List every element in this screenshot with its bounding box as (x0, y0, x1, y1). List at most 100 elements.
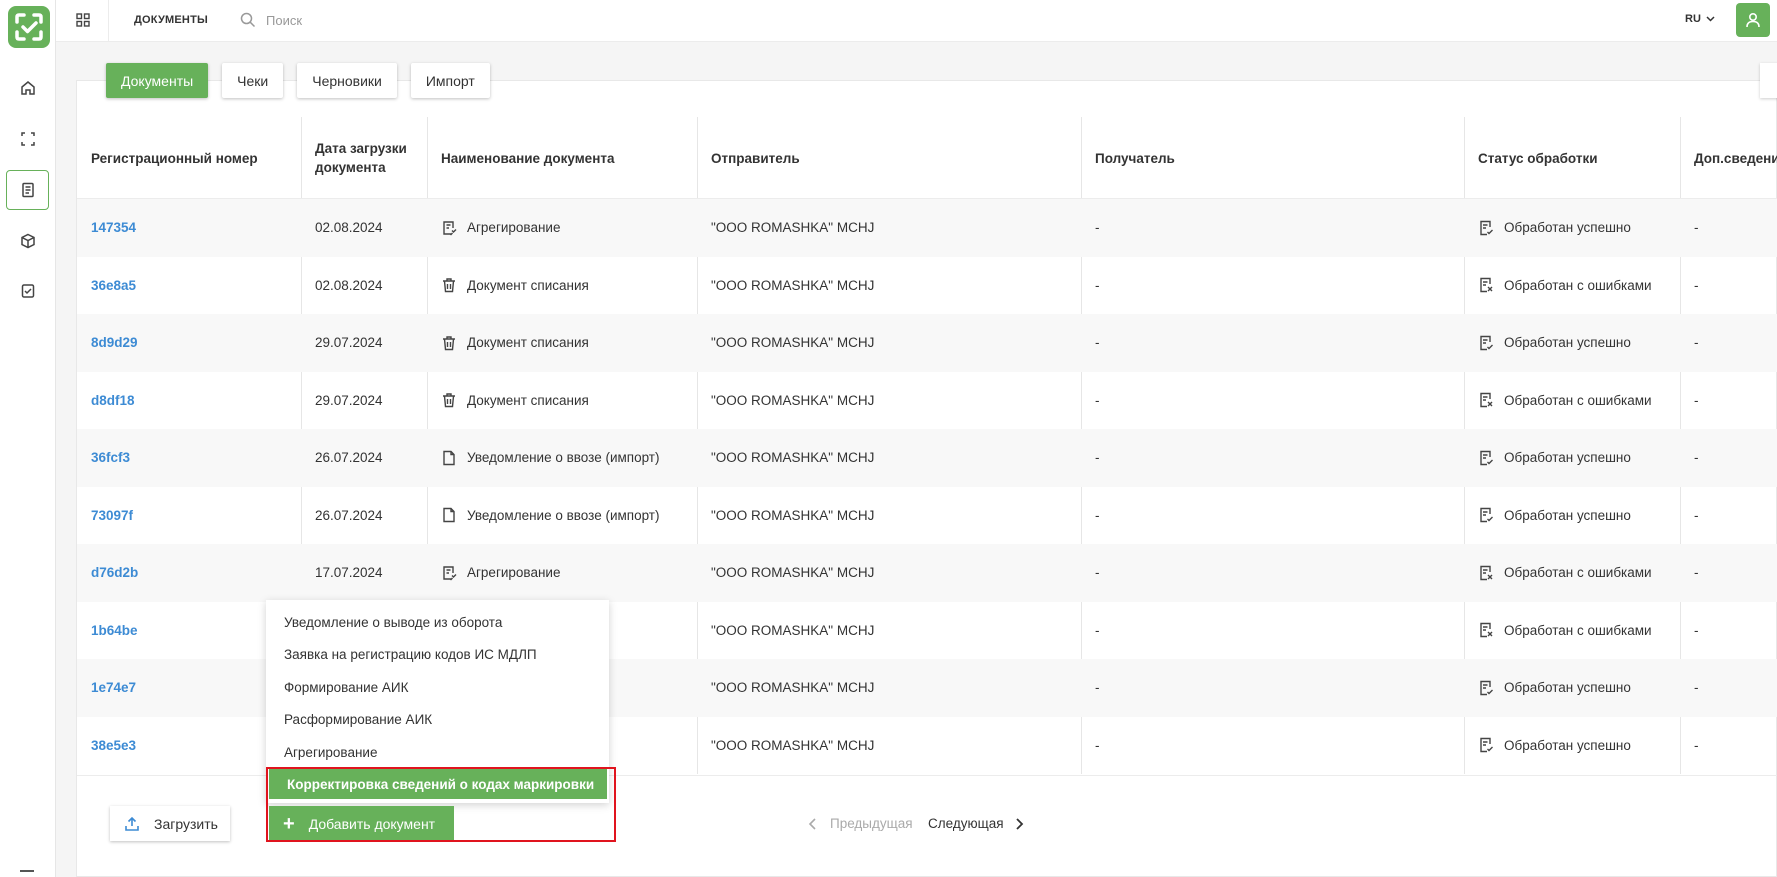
cell-extra: - (1680, 659, 1699, 717)
cell-extra-text: - (1694, 680, 1699, 696)
document-icon (441, 450, 457, 466)
box-icon[interactable] (6, 221, 49, 261)
pagination-next[interactable]: Следующая (928, 816, 1024, 831)
cell-upload-date-text: 26.07.2024 (315, 450, 383, 466)
cell-reg-number[interactable]: 73097f (77, 487, 133, 545)
cell-extra-text: - (1694, 565, 1699, 581)
cell-status: Обработан успешно (1464, 429, 1631, 487)
language-selector[interactable]: RU (1685, 13, 1715, 25)
chevron-left-icon (808, 817, 816, 830)
panel-action-button[interactable] (1760, 63, 1777, 98)
cell-receiver: - (1081, 659, 1100, 717)
menu-item-code-registration-request[interactable]: Заявка на регистрацию кодов ИС МДЛП (266, 639, 609, 669)
report-icon[interactable] (6, 271, 49, 311)
chevron-down-icon (1706, 16, 1715, 22)
cell-extra-text: - (1694, 277, 1699, 293)
cell-status: Обработан успешно (1464, 199, 1631, 257)
table-header: Регистрационный номер Дата загрузки доку… (77, 117, 1777, 199)
cell-sender: "OOO ROMASHKA" MCHJ (697, 372, 874, 430)
search-input[interactable] (266, 8, 566, 32)
upload-button[interactable]: Загрузить (110, 806, 230, 841)
cell-reg-number[interactable]: 36fcf3 (77, 429, 130, 487)
cell-upload-date-text: 17.07.2024 (315, 565, 383, 581)
column-header-reg-number[interactable]: Регистрационный номер (77, 117, 301, 199)
table-row[interactable]: 73097f 26.07.2024 Уведомление о ввозе (имп… (77, 487, 1777, 545)
cell-receiver: - (1081, 372, 1100, 430)
menu-item-marking-codes-correction[interactable]: Корректировка сведений о кодах маркировк… (269, 769, 607, 799)
column-header-status[interactable]: Статус обработки (1464, 117, 1680, 199)
cell-reg-number-text: 36fcf3 (91, 450, 131, 466)
cell-reg-number[interactable]: d8df18 (77, 372, 135, 430)
aggregation-icon (441, 220, 457, 236)
cell-sender-text: "OOO ROMASHKA" MCHJ (711, 622, 875, 638)
cell-extra-text: - (1694, 220, 1699, 236)
cell-sender-text: "OOO ROMASHKA" MCHJ (711, 220, 875, 236)
pagination-previous-label: Предыдущая (830, 816, 913, 831)
cell-sender: "OOO ROMASHKA" MCHJ (697, 429, 874, 487)
cell-receiver-text: - (1095, 622, 1100, 638)
tab-drafts[interactable]: Черновики (297, 63, 397, 98)
table-row[interactable]: d76d2b 17.07.2024 Агрегирование "OOO ROMASH… (77, 544, 1777, 602)
status-success-icon (1478, 220, 1494, 236)
menu-item-aggregation[interactable]: Агрегирование (266, 737, 609, 767)
documents-icon[interactable] (6, 170, 49, 210)
cell-reg-number-text: 38e5e3 (91, 737, 137, 753)
tab-documents[interactable]: Документы (106, 63, 209, 98)
search-icon (240, 12, 256, 28)
cell-upload-date-text: 02.08.2024 (315, 220, 383, 236)
menu-item-aik-disbanding[interactable]: Расформирование АИК (266, 704, 609, 734)
add-document-button[interactable]: + Добавить документ (269, 806, 454, 841)
menu-item-withdrawal-notice[interactable]: Уведомление о выводе из оборота (266, 607, 609, 637)
table-row[interactable]: 147354 02.08.2024 Агрегирование "OOO ROMASH… (77, 199, 1777, 257)
cell-reg-number[interactable]: 36e8a5 (77, 257, 136, 315)
cell-sender: "OOO ROMASHKA" MCHJ (697, 544, 874, 602)
cell-reg-number[interactable]: 1e74e7 (77, 659, 136, 717)
menu-item-aik-formation[interactable]: Формирование АИК (266, 672, 609, 702)
cell-reg-number-text: d8df18 (91, 392, 135, 408)
cell-receiver: - (1081, 487, 1100, 545)
divider (20, 870, 34, 872)
cell-reg-number[interactable]: d76d2b (77, 544, 138, 602)
pagination-previous[interactable]: Предыдущая (808, 816, 913, 831)
cell-reg-number[interactable]: 1b64be (77, 602, 138, 660)
table-row[interactable]: 36e8a5 02.08.2024 Документ списания "OOO RO… (77, 257, 1777, 315)
app-logo-icon[interactable] (8, 6, 50, 48)
tab-receipts[interactable]: Чеки (222, 63, 284, 98)
home-icon[interactable] (6, 68, 49, 108)
status-success-icon (1478, 507, 1494, 523)
cell-status-text: Обработан успешно (1504, 680, 1631, 696)
cell-reg-number[interactable]: 147354 (77, 199, 136, 257)
table-row[interactable]: 8d9d29 29.07.2024 Документ списания "OOO RO… (77, 314, 1777, 372)
cell-status-text: Обработан успешно (1504, 507, 1631, 523)
table-row[interactable]: d8df18 29.07.2024 Документ списания "OOO RO… (77, 372, 1777, 430)
cell-reg-number[interactable]: 8d9d29 (77, 314, 138, 372)
cell-extra: - (1680, 602, 1699, 660)
table-row[interactable]: 36fcf3 26.07.2024 Уведомление о ввозе (имп… (77, 429, 1777, 487)
tab-import[interactable]: Импорт (410, 63, 490, 98)
column-header-extra[interactable]: Доп.сведени (1680, 117, 1777, 199)
user-profile-button[interactable] (1736, 3, 1770, 37)
cell-status-text: Обработан с ошибками (1504, 277, 1652, 293)
status-success-icon (1478, 680, 1494, 696)
scan-icon[interactable] (6, 119, 49, 159)
cell-sender-text: "OOO ROMASHKA" MCHJ (711, 507, 875, 523)
aggregation-icon (441, 565, 457, 581)
cell-reg-number[interactable]: 38e5e3 (77, 717, 136, 775)
column-header-receiver[interactable]: Получатель (1081, 117, 1464, 199)
cell-status-text: Обработан с ошибками (1504, 565, 1652, 581)
cell-receiver-text: - (1095, 565, 1100, 581)
cell-reg-number-text: 36e8a5 (91, 277, 137, 293)
cell-extra: - (1680, 372, 1699, 430)
cell-receiver-text: - (1095, 220, 1100, 236)
column-header-sender[interactable]: Отправитель (697, 117, 1081, 199)
column-header-upload-date[interactable]: Дата загрузки документа (301, 117, 427, 199)
cell-upload-date-text: 02.08.2024 (315, 277, 383, 293)
cell-receiver: - (1081, 257, 1100, 315)
column-header-document-name[interactable]: Наименование документа (427, 117, 697, 199)
cell-status-text: Обработан успешно (1504, 450, 1631, 466)
cell-status: Обработан с ошибками (1464, 602, 1652, 660)
cell-sender: "OOO ROMASHKA" MCHJ (697, 602, 874, 660)
upload-icon (125, 816, 139, 831)
apps-grid-icon[interactable] (76, 13, 90, 27)
language-label: RU (1685, 13, 1701, 25)
